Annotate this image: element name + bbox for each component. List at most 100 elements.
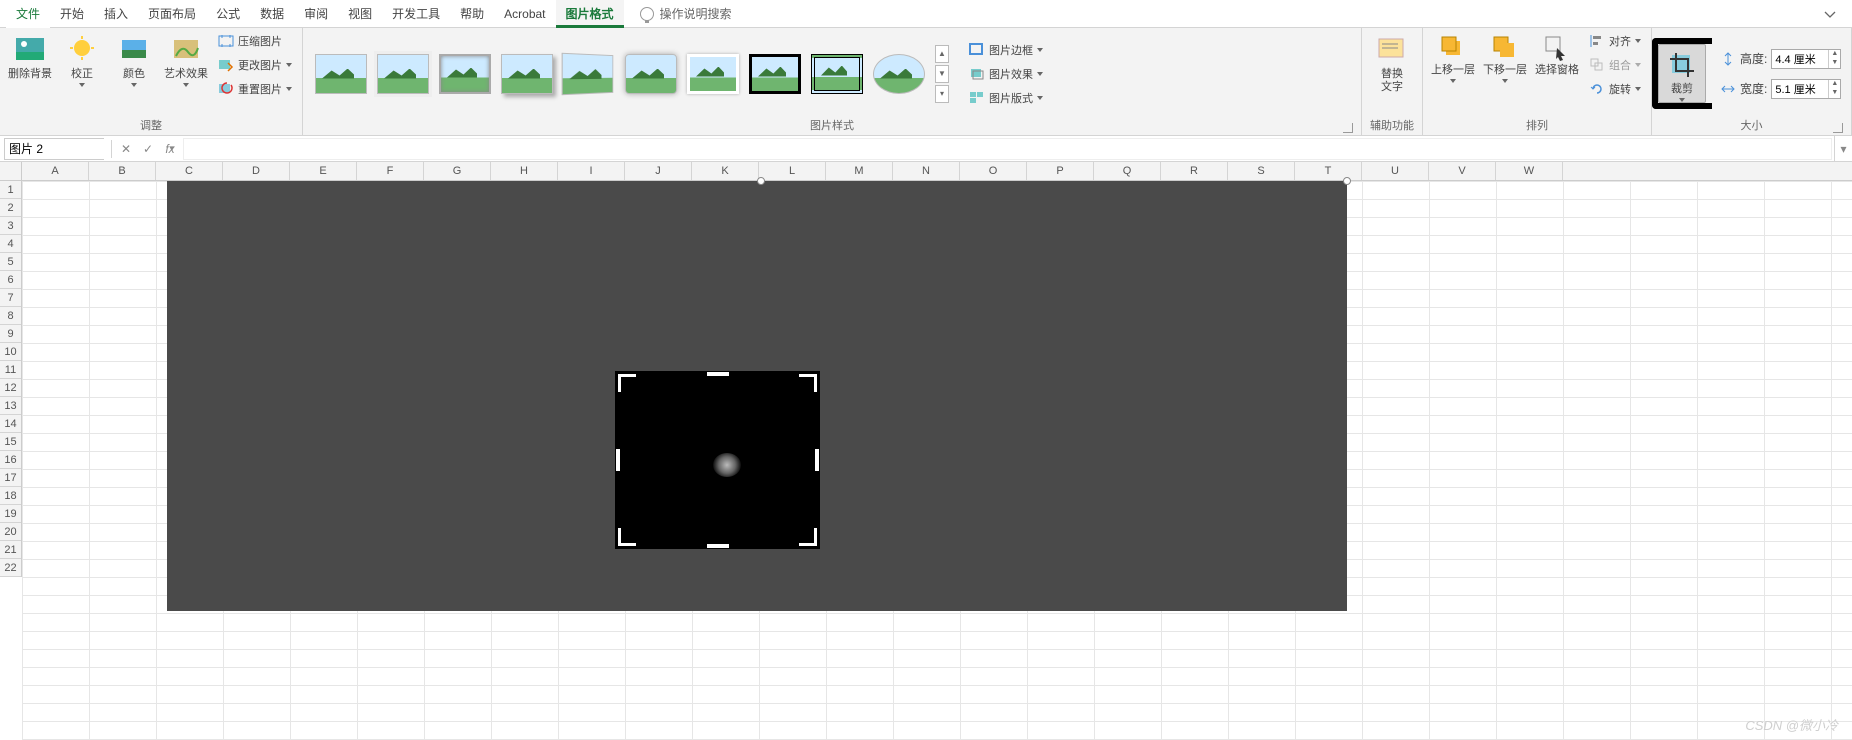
rotate-button[interactable]: 旋转 — [1585, 78, 1645, 100]
column-headers[interactable]: ABCDEFGHIJKLMNOPQRSTUVW — [22, 162, 1852, 181]
tab-insert[interactable]: 插入 — [94, 0, 138, 28]
column-header[interactable]: I — [558, 162, 625, 180]
column-header[interactable]: S — [1228, 162, 1295, 180]
style-thumb-1[interactable] — [315, 54, 367, 94]
ribbon-collapse-button[interactable] — [1822, 6, 1838, 22]
row-header[interactable]: 6 — [0, 271, 21, 289]
formula-bar-expand[interactable]: ▾ — [1834, 136, 1852, 161]
height-value[interactable] — [1772, 50, 1828, 68]
corrections-button[interactable]: 校正 — [58, 30, 106, 87]
send-backward-button[interactable]: 下移一层 — [1481, 30, 1529, 83]
align-button[interactable]: 对齐 — [1585, 30, 1645, 52]
row-header[interactable]: 20 — [0, 523, 21, 541]
tab-help[interactable]: 帮助 — [450, 0, 494, 28]
picture-style-gallery[interactable]: ▲ ▼ ▾ — [309, 41, 955, 107]
style-thumb-7[interactable] — [687, 54, 739, 94]
remove-background-button[interactable]: 删除背景 — [6, 30, 54, 81]
dialog-launcher-icon[interactable] — [1833, 123, 1843, 133]
row-header[interactable]: 12 — [0, 379, 21, 397]
crop-handle-br[interactable] — [799, 528, 817, 546]
style-thumb-6[interactable] — [625, 54, 677, 94]
width-value[interactable] — [1772, 80, 1828, 98]
row-header[interactable]: 14 — [0, 415, 21, 433]
height-step-down[interactable]: ▼ — [1828, 59, 1840, 68]
selection-pane-button[interactable]: 选择窗格 — [1533, 30, 1581, 77]
column-header[interactable]: W — [1496, 162, 1563, 180]
row-header[interactable]: 19 — [0, 505, 21, 523]
picture-effects-button[interactable]: 图片效果 — [965, 63, 1047, 85]
column-header[interactable]: J — [625, 162, 692, 180]
cancel-formula-button[interactable]: ✕ — [115, 142, 137, 156]
row-header[interactable]: 21 — [0, 541, 21, 559]
height-input[interactable]: ▲▼ — [1771, 49, 1841, 69]
row-header[interactable]: 18 — [0, 487, 21, 505]
style-thumb-3[interactable] — [439, 54, 491, 94]
width-step-down[interactable]: ▼ — [1828, 89, 1840, 98]
column-header[interactable]: T — [1295, 162, 1362, 180]
tab-picture-format[interactable]: 图片格式 — [556, 0, 624, 28]
column-header[interactable]: R — [1161, 162, 1228, 180]
row-header[interactable]: 8 — [0, 307, 21, 325]
fx-button[interactable]: fx — [159, 142, 181, 156]
row-header[interactable]: 10 — [0, 343, 21, 361]
style-thumb-8[interactable] — [749, 54, 801, 94]
column-header[interactable]: Q — [1094, 162, 1161, 180]
row-header[interactable]: 5 — [0, 253, 21, 271]
row-header[interactable]: 3 — [0, 217, 21, 235]
column-header[interactable]: V — [1429, 162, 1496, 180]
compress-pictures-button[interactable]: 压缩图片 — [214, 30, 296, 52]
column-header[interactable]: L — [759, 162, 826, 180]
crop-handle-bl[interactable] — [618, 528, 636, 546]
width-input[interactable]: ▲▼ — [1771, 79, 1841, 99]
bring-forward-button[interactable]: 上移一层 — [1429, 30, 1477, 83]
column-header[interactable]: B — [89, 162, 156, 180]
column-header[interactable]: M — [826, 162, 893, 180]
column-header[interactable]: D — [223, 162, 290, 180]
picture-layout-button[interactable]: 图片版式 — [965, 87, 1047, 109]
crop-handle-right[interactable] — [815, 449, 819, 471]
style-thumb-9[interactable] — [811, 54, 863, 94]
style-thumb-5[interactable] — [562, 52, 614, 95]
column-header[interactable]: A — [22, 162, 89, 180]
tab-page-layout[interactable]: 页面布局 — [138, 0, 206, 28]
width-step-up[interactable]: ▲ — [1828, 80, 1840, 89]
row-header[interactable]: 4 — [0, 235, 21, 253]
artistic-effects-button[interactable]: 艺术效果 — [162, 30, 210, 87]
row-header[interactable]: 11 — [0, 361, 21, 379]
row-header[interactable]: 13 — [0, 397, 21, 415]
column-header[interactable]: G — [424, 162, 491, 180]
tab-home[interactable]: 开始 — [50, 0, 94, 28]
crop-handle-tr[interactable] — [799, 374, 817, 392]
style-thumb-10[interactable] — [873, 54, 925, 94]
tab-view[interactable]: 视图 — [338, 0, 382, 28]
tab-data[interactable]: 数据 — [250, 0, 294, 28]
tab-formulas[interactable]: 公式 — [206, 0, 250, 28]
column-header[interactable]: N — [893, 162, 960, 180]
gallery-scroll-down[interactable]: ▼ — [935, 65, 949, 83]
column-header[interactable]: E — [290, 162, 357, 180]
picture-crop-region[interactable] — [615, 371, 820, 549]
crop-handle-top[interactable] — [707, 372, 729, 376]
reset-picture-button[interactable]: 重置图片 — [214, 78, 296, 100]
crop-button[interactable]: 裁剪 — [1658, 44, 1706, 103]
gallery-scroll-up[interactable]: ▲ — [935, 45, 949, 63]
column-header[interactable]: U — [1362, 162, 1429, 180]
crop-handle-bottom[interactable] — [707, 544, 729, 548]
row-header[interactable]: 9 — [0, 325, 21, 343]
column-header[interactable]: H — [491, 162, 558, 180]
row-header[interactable]: 16 — [0, 451, 21, 469]
row-header[interactable]: 17 — [0, 469, 21, 487]
column-header[interactable]: O — [960, 162, 1027, 180]
column-header[interactable]: F — [357, 162, 424, 180]
crop-handle-left[interactable] — [616, 449, 620, 471]
row-header[interactable]: 15 — [0, 433, 21, 451]
enter-formula-button[interactable]: ✓ — [137, 142, 159, 156]
height-step-up[interactable]: ▲ — [1828, 50, 1840, 59]
color-button[interactable]: 颜色 — [110, 30, 158, 87]
dialog-launcher-icon[interactable] — [1343, 123, 1353, 133]
tab-developer[interactable]: 开发工具 — [382, 0, 450, 28]
style-thumb-2[interactable] — [377, 54, 429, 94]
cell-grid[interactable] — [22, 181, 1852, 740]
column-header[interactable]: K — [692, 162, 759, 180]
select-all-button[interactable] — [0, 162, 22, 181]
